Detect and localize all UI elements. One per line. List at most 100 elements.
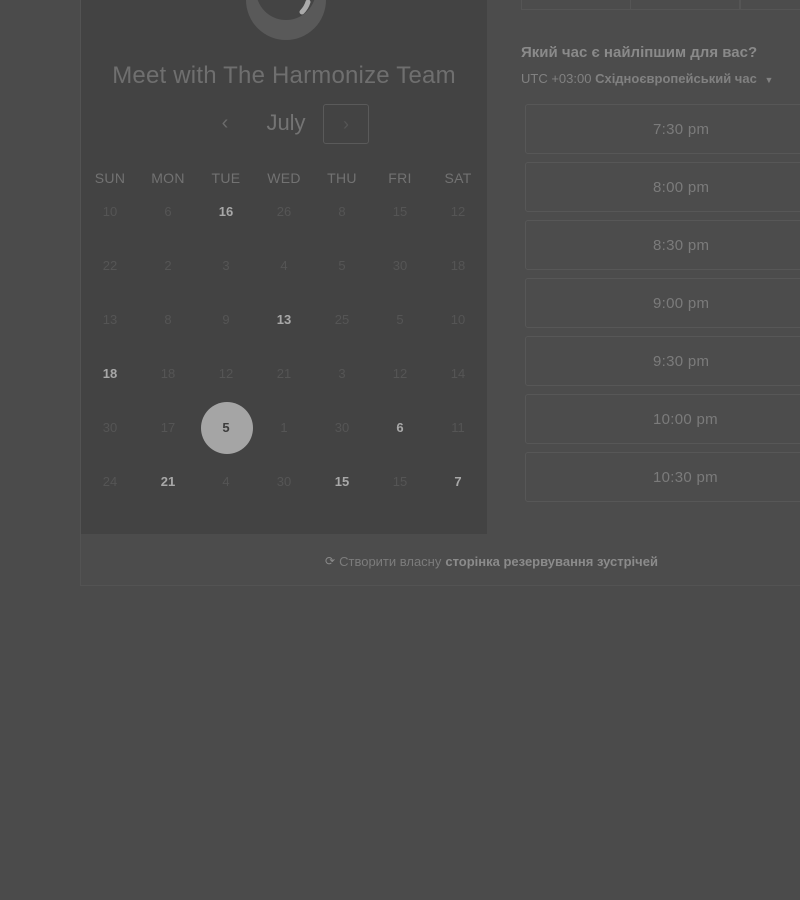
calendar-day[interactable]: 21: [139, 454, 197, 508]
chat-logo-icon: [246, 0, 326, 40]
calendar-day-number: 30: [334, 419, 350, 435]
calendar-day: 8: [313, 184, 371, 238]
calendar-day: 1: [255, 400, 313, 454]
calendar-day-number: 5: [338, 257, 346, 273]
calendar-day-number: 18: [102, 365, 118, 381]
calendar-day: 5: [371, 292, 429, 346]
calendar-day-number: 6: [396, 419, 404, 435]
calendar-day-number: 2: [164, 257, 172, 273]
calendar-day-number: 3: [222, 257, 230, 273]
calendar-day-number: 18: [450, 257, 466, 273]
calendar-day: 18: [139, 346, 197, 400]
calendar-day-number: 12: [218, 365, 234, 381]
calendar-day: 22: [81, 238, 139, 292]
calendar-day[interactable]: 13: [255, 292, 313, 346]
calendar-day-number: 10: [450, 311, 466, 327]
calendar-day-number: 9: [222, 311, 230, 327]
calendar-day: 25: [313, 292, 371, 346]
calendar-day-number: 10: [102, 203, 118, 219]
timezone-selector[interactable]: UTC +03:00 Східноєвропейський час ▼: [521, 71, 773, 86]
calendar-day-number: 15: [334, 473, 350, 489]
calendar-day-number: 17: [160, 419, 176, 435]
prev-month-button[interactable]: ‹: [213, 112, 237, 136]
calendar-day: 12: [429, 184, 487, 238]
time-slot-button[interactable]: 10:30 pm: [525, 452, 800, 502]
calendar-day-number: 15: [392, 473, 408, 489]
calendar-day-number: 15: [392, 203, 408, 219]
calendar-day-number: 4: [280, 257, 288, 273]
calendar-day: 12: [197, 346, 255, 400]
chevron-right-icon: ›: [343, 114, 349, 134]
chevron-left-icon: ‹: [221, 112, 229, 134]
time-slot-button[interactable]: 10:00 pm: [525, 394, 800, 444]
calendar-day-number: 30: [102, 419, 118, 435]
calendar-day-number: 25: [334, 311, 350, 327]
calendar-day: 30: [255, 454, 313, 508]
calendar-day-selected[interactable]: 5: [197, 400, 255, 454]
calendar-day: 3: [313, 346, 371, 400]
calendar-day: 30: [81, 400, 139, 454]
top-button-left[interactable]: [521, 0, 631, 10]
calendar-day-number: 1: [280, 419, 288, 435]
next-month-button[interactable]: ›: [323, 104, 369, 144]
calendar-day: 21: [255, 346, 313, 400]
calendar-day: 30: [371, 238, 429, 292]
calendar-day: 3: [197, 238, 255, 292]
calendar-day: 15: [371, 454, 429, 508]
calendar-day-number: 21: [160, 473, 176, 489]
calendar-day-number: 16: [218, 203, 234, 219]
calendar-day: 18: [429, 238, 487, 292]
calendar-day: 10: [429, 292, 487, 346]
caret-down-icon: ▼: [764, 75, 774, 85]
footer-link[interactable]: ⟳ Створити власну сторінка резервування …: [81, 538, 800, 584]
calendar-day-number: 13: [276, 311, 292, 327]
page-title: Meet with The Harmonize Team: [112, 62, 456, 89]
calendar-day-number: 26: [276, 203, 292, 219]
calendar-day-number: 30: [392, 257, 408, 273]
time-slot-button[interactable]: 9:30 pm: [525, 336, 800, 386]
time-question: Який час є найліпшим для вас?: [521, 44, 758, 61]
calendar-day-number: 24: [102, 473, 118, 489]
calendar-day-number: 21: [276, 365, 292, 381]
top-button-right[interactable]: [740, 0, 800, 10]
calendar-day: 9: [197, 292, 255, 346]
footer-link-text[interactable]: сторінка резервування зустрічей: [445, 554, 658, 569]
calendar-day-number: 5: [396, 311, 404, 327]
calendar-grid: 10 6 16 26 8 15 12 22 2 3 4 5 30 18 13 8 9 13 25 5 10 18 18 12 2…: [81, 184, 487, 508]
calendar-day-number: 14: [450, 365, 466, 381]
calendar-day: 30: [313, 400, 371, 454]
calendar-day-number: 30: [276, 473, 292, 489]
calendar-day: 5: [313, 238, 371, 292]
calendar-day: 4: [197, 454, 255, 508]
calendar-day[interactable]: 6: [371, 400, 429, 454]
calendar-day: 8: [139, 292, 197, 346]
calendar-day: 11: [429, 400, 487, 454]
calendar-day: 6: [139, 184, 197, 238]
calendar-day-number: 8: [338, 203, 346, 219]
calendar-day: 15: [371, 184, 429, 238]
calendar-day: 12: [371, 346, 429, 400]
calendar-day: 14: [429, 346, 487, 400]
time-slot-button[interactable]: 9:00 pm: [525, 278, 800, 328]
calendar-day-number: 18: [160, 365, 176, 381]
calendar-day: 26: [255, 184, 313, 238]
time-slot-button[interactable]: 8:00 pm: [525, 162, 800, 212]
calendar-day-number: 5: [222, 419, 230, 435]
calendar-day: 2: [139, 238, 197, 292]
calendar-day: 10: [81, 184, 139, 238]
calendar-day[interactable]: 15: [313, 454, 371, 508]
calendar-day: 17: [139, 400, 197, 454]
calendar-day[interactable]: 16: [197, 184, 255, 238]
calendar-day[interactable]: 18: [81, 346, 139, 400]
calendar-day-number: 8: [164, 311, 172, 327]
calendar-day[interactable]: 7: [429, 454, 487, 508]
calendar-day-number: 12: [450, 203, 466, 219]
calendar-day-number: 22: [102, 257, 118, 273]
calendar-day: 4: [255, 238, 313, 292]
calendar-day: 24: [81, 454, 139, 508]
top-button-middle[interactable]: [630, 0, 740, 10]
sparkle-icon: ⟳: [325, 554, 336, 568]
calendar-day-number: 4: [222, 473, 230, 489]
time-slot-button[interactable]: 7:30 pm: [525, 104, 800, 154]
time-slot-button[interactable]: 8:30 pm: [525, 220, 800, 270]
